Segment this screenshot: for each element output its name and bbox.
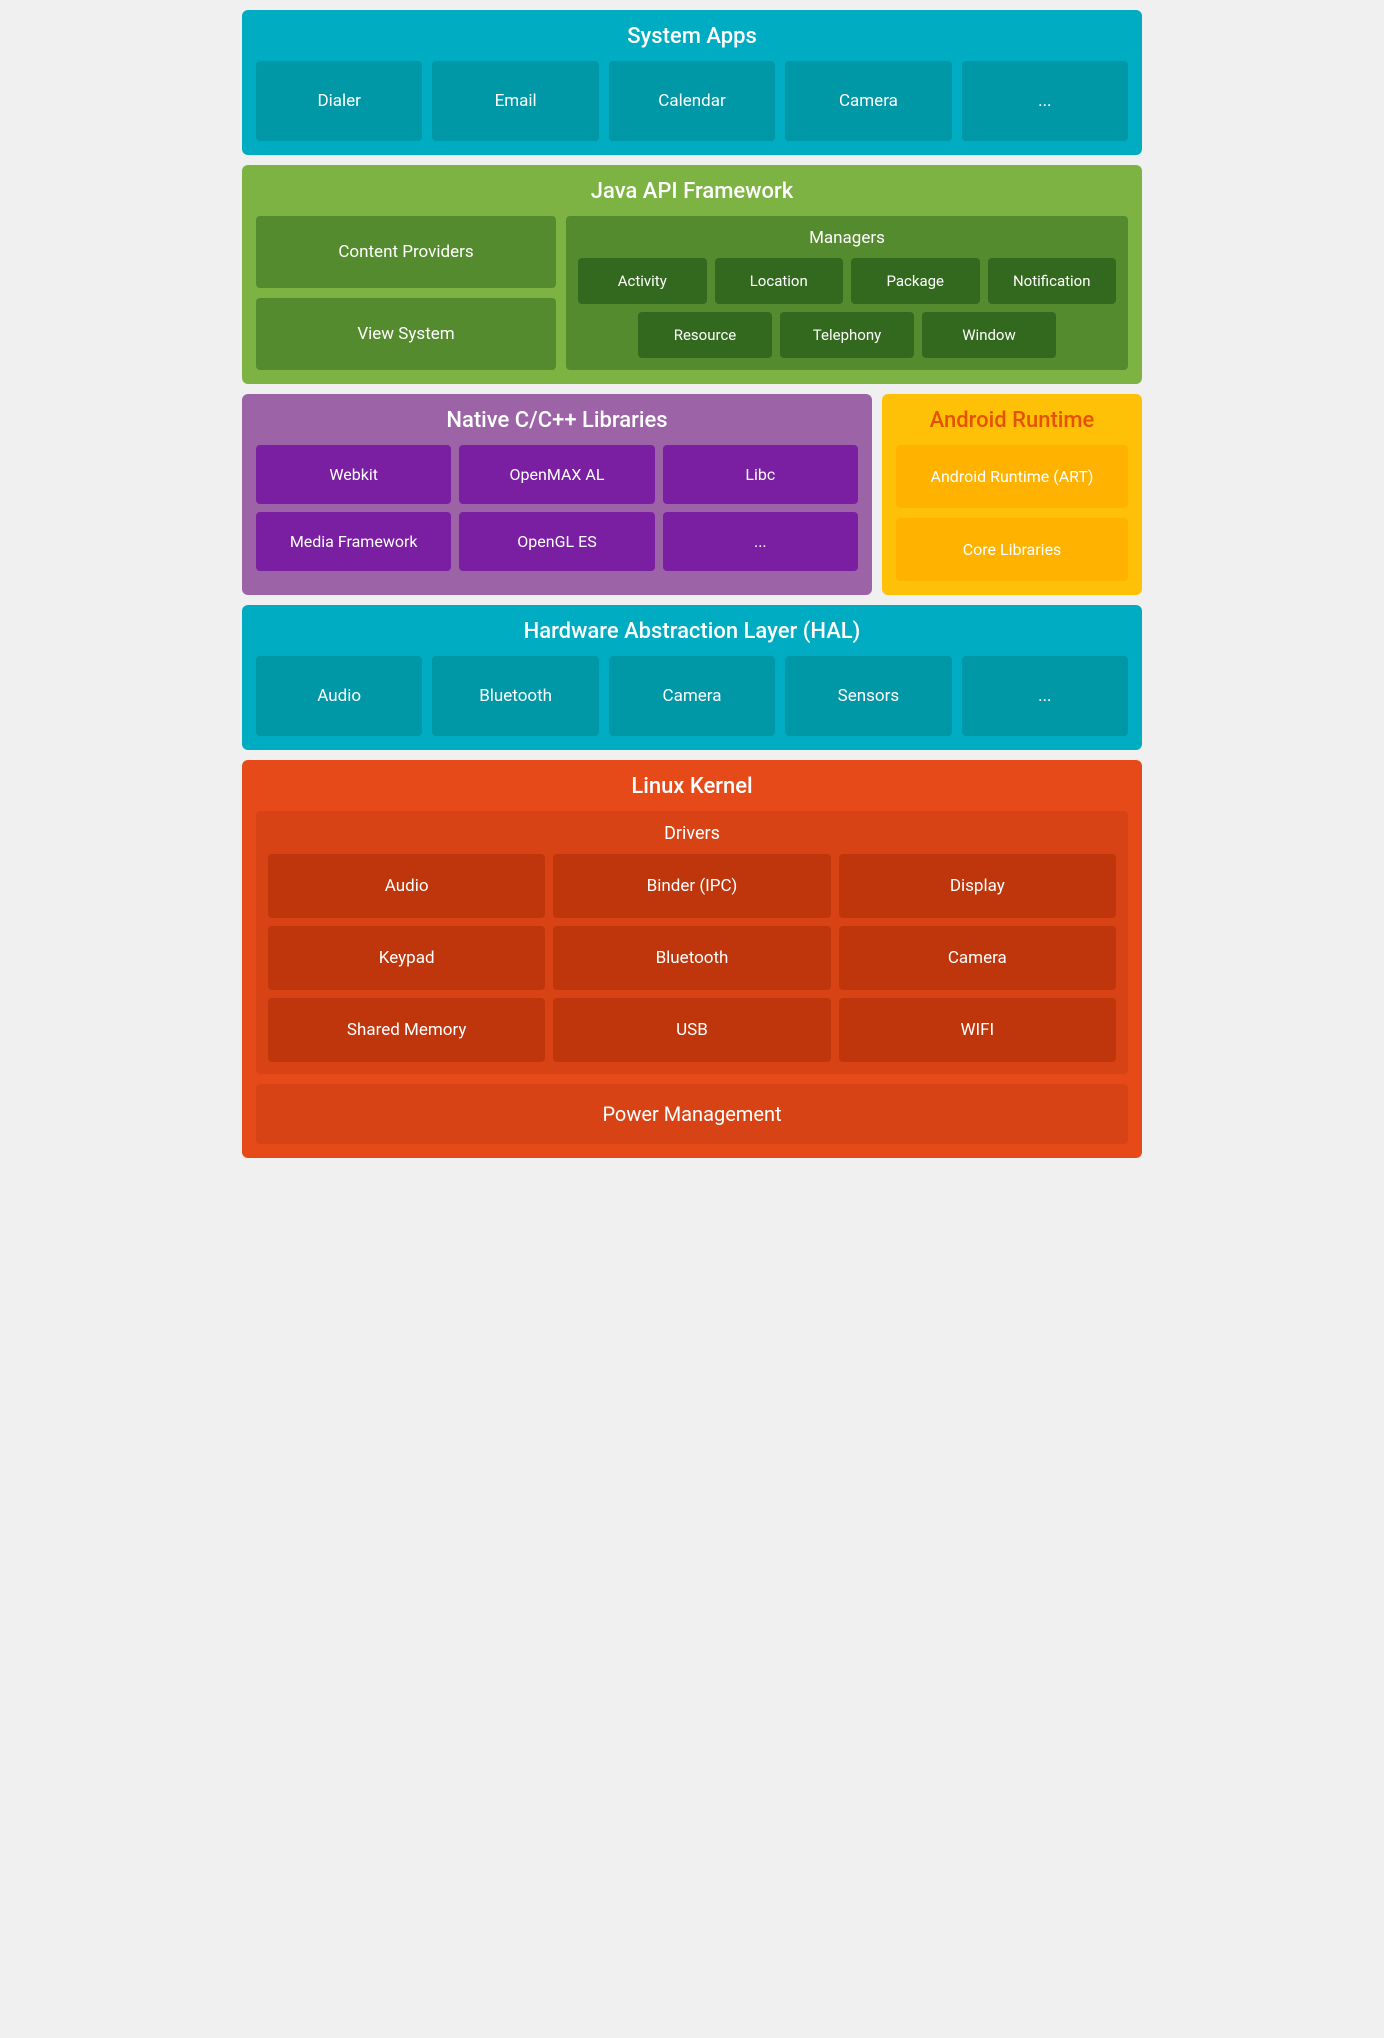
drivers-section: Drivers Audio Binder (IPC) Display Keypa… bbox=[256, 811, 1128, 1074]
hal-title: Hardware Abstraction Layer (HAL) bbox=[256, 619, 1128, 644]
java-api-layer: Java API Framework Content Providers Vie… bbox=[242, 165, 1142, 384]
hal-bluetooth-box: Bluetooth bbox=[432, 656, 598, 736]
native-cpp-layer: Native C/C++ Libraries Webkit OpenMAX AL… bbox=[242, 394, 872, 595]
telephony-mgr: Telephony bbox=[780, 312, 914, 358]
android-runtime-layer: Android Runtime Android Runtime (ART) Co… bbox=[882, 394, 1142, 595]
core-libraries-box: Core Libraries bbox=[896, 518, 1128, 581]
dialer-box: Dialer bbox=[256, 61, 422, 141]
hal-camera-box: Camera bbox=[609, 656, 775, 736]
package-mgr: Package bbox=[851, 258, 980, 304]
android-architecture-diagram: System Apps Dialer Email Calendar Camera… bbox=[242, 10, 1142, 1158]
managers-row2: Resource Telephony Window bbox=[638, 312, 1056, 358]
system-apps-layer: System Apps Dialer Email Calendar Camera… bbox=[242, 10, 1142, 155]
native-cpp-grid: Webkit OpenMAX AL Libc Media Framework O… bbox=[256, 445, 858, 571]
location-mgr: Location bbox=[715, 258, 844, 304]
java-api-title: Java API Framework bbox=[256, 179, 1128, 204]
view-system-box: View System bbox=[256, 298, 556, 370]
hal-sensors-box: Sensors bbox=[785, 656, 951, 736]
hal-more-box: ... bbox=[962, 656, 1128, 736]
openmax-box: OpenMAX AL bbox=[459, 445, 654, 504]
hal-boxes: Audio Bluetooth Camera Sensors ... bbox=[256, 656, 1128, 736]
opengl-box: OpenGL ES bbox=[459, 512, 654, 571]
notification-mgr: Notification bbox=[988, 258, 1117, 304]
linux-kernel-title: Linux Kernel bbox=[256, 774, 1128, 799]
native-more-box: ... bbox=[663, 512, 858, 571]
system-apps-title: System Apps bbox=[256, 24, 1128, 49]
activity-mgr: Activity bbox=[578, 258, 707, 304]
libc-box: Libc bbox=[663, 445, 858, 504]
driver-keypad: Keypad bbox=[268, 926, 545, 990]
hal-layer: Hardware Abstraction Layer (HAL) Audio B… bbox=[242, 605, 1142, 750]
linux-kernel-layer: Linux Kernel Drivers Audio Binder (IPC) … bbox=[242, 760, 1142, 1158]
media-framework-box: Media Framework bbox=[256, 512, 451, 571]
email-box: Email bbox=[432, 61, 598, 141]
camera-box: Camera bbox=[785, 61, 951, 141]
calendar-box: Calendar bbox=[609, 61, 775, 141]
driver-binder: Binder (IPC) bbox=[553, 854, 830, 918]
window-mgr: Window bbox=[922, 312, 1056, 358]
art-box: Android Runtime (ART) bbox=[896, 445, 1128, 508]
native-cpp-title: Native C/C++ Libraries bbox=[256, 408, 858, 433]
managers-section: Managers Activity Location Package Notif… bbox=[566, 216, 1128, 370]
power-management-box: Power Management bbox=[256, 1084, 1128, 1144]
driver-display: Display bbox=[839, 854, 1116, 918]
hal-audio-box: Audio bbox=[256, 656, 422, 736]
android-runtime-title: Android Runtime bbox=[896, 408, 1128, 433]
driver-audio: Audio bbox=[268, 854, 545, 918]
driver-camera: Camera bbox=[839, 926, 1116, 990]
more-box: ... bbox=[962, 61, 1128, 141]
drivers-grid: Audio Binder (IPC) Display Keypad Blueto… bbox=[268, 854, 1116, 1062]
driver-wifi: WIFI bbox=[839, 998, 1116, 1062]
driver-shared-memory: Shared Memory bbox=[268, 998, 545, 1062]
native-runtime-row: Native C/C++ Libraries Webkit OpenMAX AL… bbox=[242, 394, 1142, 595]
system-apps-boxes: Dialer Email Calendar Camera ... bbox=[256, 61, 1128, 141]
resource-mgr: Resource bbox=[638, 312, 772, 358]
drivers-title: Drivers bbox=[268, 823, 1116, 844]
webkit-box: Webkit bbox=[256, 445, 451, 504]
content-providers-box: Content Providers bbox=[256, 216, 556, 288]
java-api-inner: Content Providers View System Managers A… bbox=[256, 216, 1128, 370]
driver-usb: USB bbox=[553, 998, 830, 1062]
java-api-left: Content Providers View System bbox=[256, 216, 556, 370]
managers-title: Managers bbox=[578, 228, 1116, 248]
driver-bluetooth: Bluetooth bbox=[553, 926, 830, 990]
managers-row1: Activity Location Package Notification bbox=[578, 258, 1116, 304]
